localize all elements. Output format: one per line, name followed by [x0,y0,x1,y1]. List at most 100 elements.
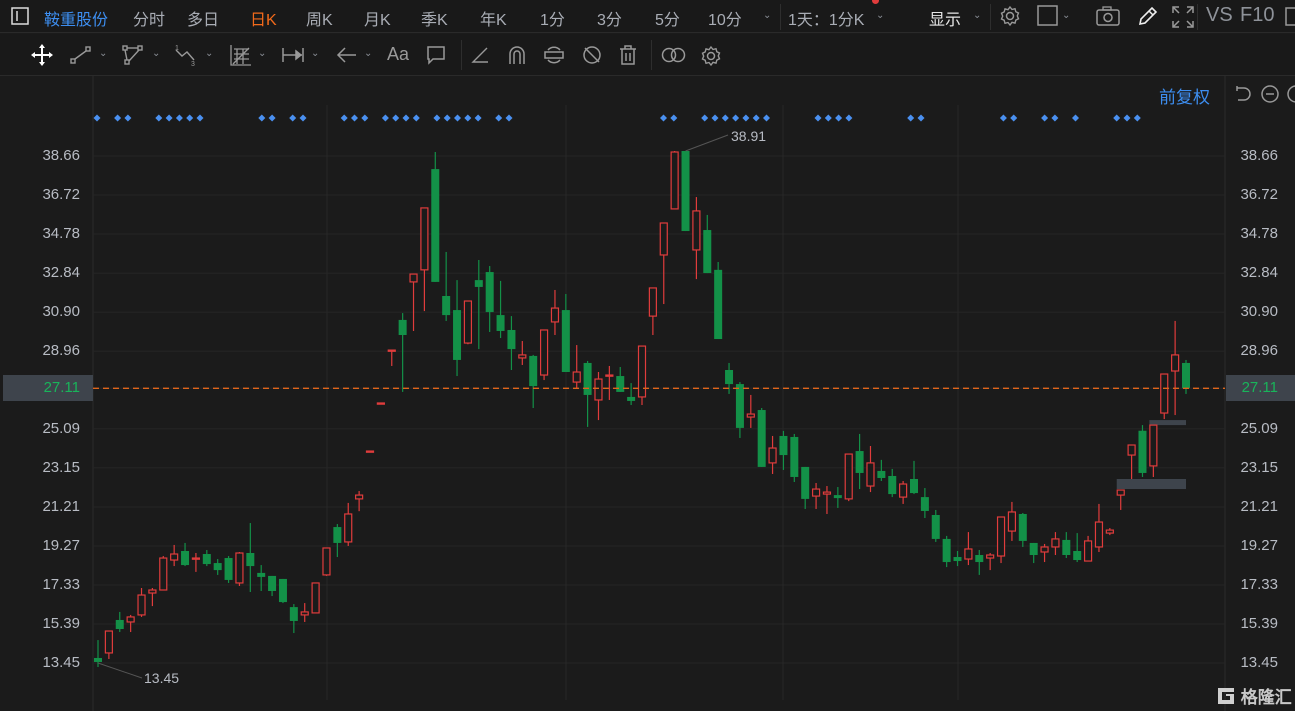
event-marker [351,114,358,122]
event-marker [660,114,667,122]
candle-body-down [1182,362,1190,389]
undo-icon[interactable] [1233,85,1251,103]
event-marker [721,114,729,122]
candle-body-down [431,169,440,282]
right-axis-tick-label: 17.33 [1240,575,1278,593]
candle-body-up [637,345,647,398]
candle-body-down [398,319,407,336]
price-zone [1149,420,1186,426]
candle-body-up [365,450,375,453]
candle-body-up [899,483,908,498]
event-marker [433,114,441,122]
candle-body-up [159,557,168,591]
candle-body-down [942,538,951,563]
event-marker [443,114,451,122]
candle-body-up [518,354,527,359]
candle-body-up [409,273,418,283]
right-axis-tick-label: 34.78 [1240,225,1278,243]
event-marker [742,114,750,122]
event-marker [495,114,503,122]
candle-body-up [1127,444,1136,456]
event-marker [381,114,389,122]
left-axis-tick-label: 32.84 [42,264,80,282]
event-marker [402,114,410,122]
candle-body-up [1094,521,1104,548]
candle-body-up [996,516,1006,557]
right-axis-tick-label: 38.66 [1240,147,1278,165]
candle-body-down [529,355,538,387]
candle-body-up [1116,489,1125,496]
left-axis-tick-label: 38.66 [42,147,80,165]
candle-body-down [202,554,211,565]
event-marker [845,114,853,122]
event-marker [1133,114,1141,122]
candle-body-down [953,557,962,562]
candle-body-up [344,513,353,543]
candle-body-up [572,371,581,383]
event-marker [454,114,461,122]
left-axis-tick-label: 25.09 [42,419,80,437]
left-axis-tick-label: 27.11 [43,379,80,397]
event-marker [1051,114,1059,122]
right-axis-tick-label: 32.84 [1240,264,1278,282]
low-annotation-line [97,662,143,679]
candle-body-up [300,611,309,616]
candle-body-down [485,272,494,313]
zoom-in-icon[interactable] [1287,85,1295,103]
candle-body-up [1171,354,1180,372]
event-marker [814,114,822,122]
candle-body-down [1062,539,1071,556]
event-marker [1041,114,1049,122]
event-marker [114,114,122,122]
candle-body-down [453,310,462,360]
candle-body-up [148,589,157,594]
event-marker [1010,114,1018,122]
candle-body-down [333,527,342,543]
event-marker [835,114,843,122]
event-marker [289,114,297,122]
left-axis-tick-label: 30.90 [42,303,80,321]
candle-body-up [670,151,679,210]
candle-body-down [735,384,744,428]
candle-body-down [181,550,190,566]
candle-body-down [474,280,483,287]
candle-body-down [888,475,897,495]
candle-body-up [1083,540,1093,562]
event-marker [268,114,276,122]
candlestick-chart[interactable]: 38.91 13.45 [0,0,1295,711]
zoom-out-icon[interactable] [1261,85,1279,103]
candle-body-down [94,657,102,662]
high-annotation-line [685,134,729,152]
event-marker [1113,114,1121,122]
candle-body-down [583,362,592,395]
candle-body-down [975,555,984,563]
candle-body-up [1149,424,1158,467]
event-marker [464,114,472,122]
low-price-label: 13.45 [144,670,179,686]
candle-body-up [126,616,135,623]
event-marker [93,114,101,122]
left-axis-tick-label: 17.33 [42,575,80,593]
left-axis-tick-label: 15.39 [42,614,80,632]
price-adjust-button[interactable]: 前复权 [1159,83,1210,108]
candle-body-up [605,374,614,377]
candle-body-down [790,436,799,477]
event-marker [907,114,915,122]
candle-body-down [496,315,505,331]
high-price-label: 38.91 [731,128,766,144]
event-marker [752,114,760,122]
candle-body-up [311,582,320,614]
event-marker [701,114,709,122]
right-axis-tick-label: 30.90 [1240,303,1278,321]
candle-body-down [627,396,636,401]
candle-body-up [355,494,364,500]
event-marker [670,114,678,122]
candle-body-up [1160,373,1169,414]
candle-body-up [191,557,201,560]
right-axis-tick-label: 13.45 [1240,654,1278,671]
event-marker [299,114,307,122]
left-axis-tick-label: 13.45 [42,654,80,671]
candle-body-up [235,552,244,584]
candle-body-up [539,329,549,376]
candle-body-down [833,495,842,499]
